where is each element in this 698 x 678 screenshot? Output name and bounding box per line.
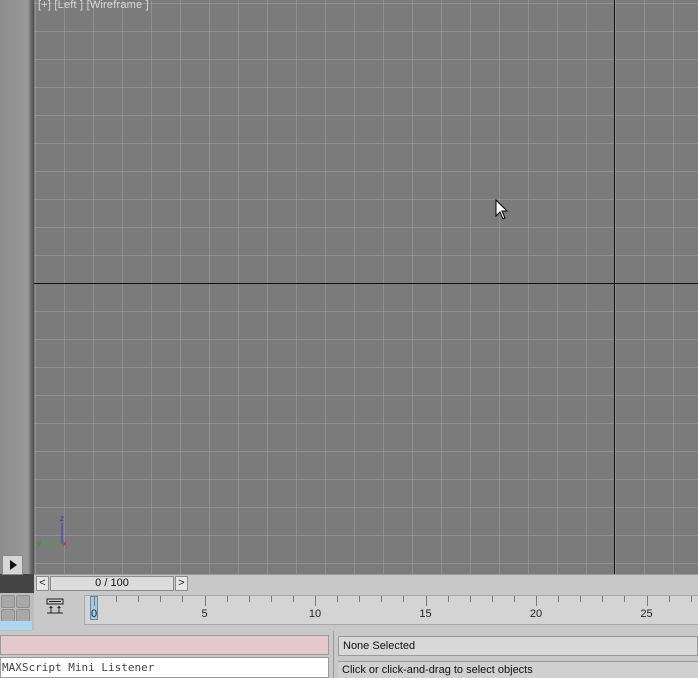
curve-editor-icon[interactable] xyxy=(45,598,65,616)
play-arrow-icon xyxy=(9,560,17,570)
maxscript-output[interactable]: MAXScript Mini Listener xyxy=(0,657,329,678)
ruler-tick xyxy=(580,596,582,602)
ruler-tick xyxy=(160,596,162,602)
layout-quad-tr[interactable] xyxy=(16,595,30,608)
layout-tab-highlight xyxy=(0,621,32,630)
ruler-tick xyxy=(668,596,670,602)
axis-gizmo-icon: z y x xyxy=(37,514,67,548)
time-slider-prev-button[interactable]: < xyxy=(36,576,49,591)
prompt-line: Click or click-and-drag to select object… xyxy=(338,661,698,678)
frame-ruler[interactable]: 0 5 10 15 20 25 xyxy=(84,595,698,625)
left-panel-strip xyxy=(0,0,34,574)
horizontal-world-axis xyxy=(34,283,698,284)
app-window: [+] [Left ] [Wireframe ] z y x < 0 / 100… xyxy=(0,0,698,678)
ruler-tick xyxy=(513,596,515,602)
gizmo-x-label: x xyxy=(63,539,67,548)
ruler-tick xyxy=(536,596,537,606)
ruler-tick xyxy=(138,596,140,602)
mouse-pointer-icon xyxy=(495,199,509,220)
gizmo-z-label: z xyxy=(60,514,64,523)
time-slider-thumb[interactable]: 0 / 100 xyxy=(50,576,174,591)
ruler-tick xyxy=(690,596,692,602)
ruler-tick xyxy=(94,596,95,606)
maxscript-input[interactable] xyxy=(0,635,329,655)
ruler-tick xyxy=(182,596,184,602)
ruler-tick xyxy=(425,596,427,606)
time-slider[interactable]: < 0 / 100 > xyxy=(34,574,698,593)
ruler-tick xyxy=(447,596,449,602)
ruler-tick xyxy=(204,596,206,606)
selection-status: None Selected xyxy=(338,636,698,656)
ruler-tick xyxy=(646,596,648,606)
vertical-world-axis xyxy=(614,0,615,574)
ruler-tick-label: 25 xyxy=(640,608,653,620)
ruler-tick xyxy=(624,596,626,602)
status-panel: MAXScript Mini Listener None Selected Cl… xyxy=(0,631,698,678)
time-slider-next-button[interactable]: > xyxy=(175,576,188,591)
ruler-tick xyxy=(359,596,361,602)
track-bar[interactable]: 0 5 10 15 20 25 xyxy=(34,593,698,631)
ruler-tick xyxy=(602,596,604,602)
viewport-label-menu[interactable]: [+] [Left ] [Wireframe ] xyxy=(38,0,149,11)
ruler-tick xyxy=(403,596,405,602)
ruler-tick xyxy=(491,596,493,602)
ruler-tick xyxy=(337,596,339,602)
ruler-tick xyxy=(292,596,294,602)
ruler-tick-label: 15 xyxy=(419,608,432,620)
ruler-tick-label: 20 xyxy=(529,608,543,620)
ruler-tick-label: 5 xyxy=(201,608,208,620)
ruler-tick-label: 10 xyxy=(308,608,322,620)
ruler-tick xyxy=(248,596,250,602)
expand-panel-button[interactable] xyxy=(2,555,23,575)
layout-quad-tl[interactable] xyxy=(1,595,15,608)
left-viewport[interactable]: [+] [Left ] [Wireframe ] z y x xyxy=(34,0,698,574)
ruler-tick xyxy=(226,596,228,602)
ruler-tick xyxy=(315,596,316,606)
ruler-tick xyxy=(558,596,560,602)
status-divider xyxy=(333,631,334,678)
ruler-tick-label: 0 xyxy=(90,608,98,620)
ruler-tick xyxy=(381,596,383,602)
ruler-tick xyxy=(270,596,272,602)
ruler-tick xyxy=(116,596,118,602)
gizmo-y-label: y xyxy=(37,539,41,548)
ruler-tick xyxy=(469,596,471,602)
